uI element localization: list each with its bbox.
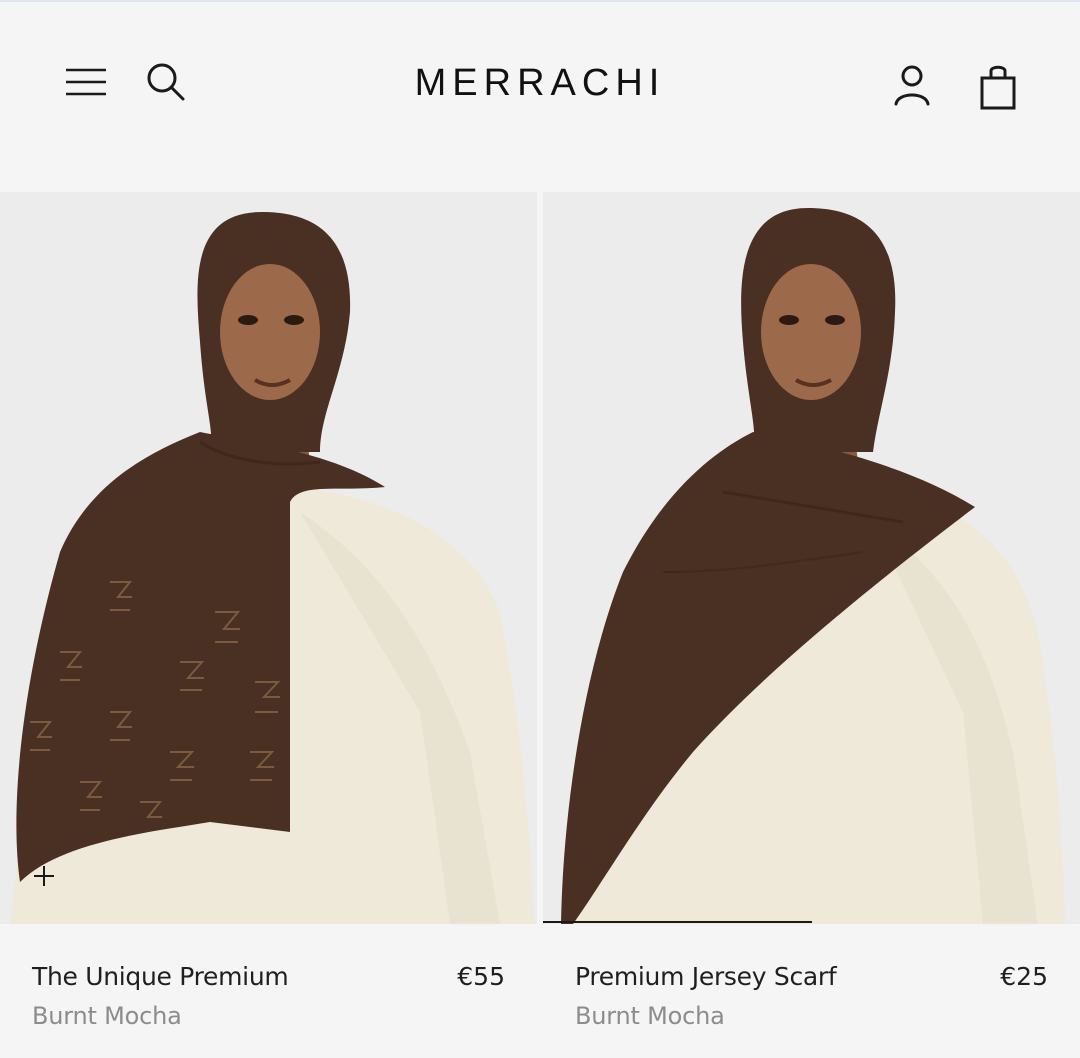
product-image[interactable] [0, 192, 537, 924]
brand-logo[interactable]: MERRACHI [340, 62, 740, 108]
plus-icon [34, 866, 54, 886]
product-color: Burnt Mocha [32, 1002, 182, 1030]
product-grid: The Unique Premium €55 Burnt Mocha Premi… [0, 192, 1080, 1058]
product-image[interactable] [543, 192, 1080, 924]
search-icon[interactable] [142, 58, 190, 106]
product-name[interactable]: The Unique Premium [32, 962, 289, 991]
product-info: The Unique Premium €55 Burnt Mocha [0, 924, 537, 1058]
user-icon[interactable] [886, 60, 938, 112]
product-price: €25 [1000, 962, 1048, 991]
site-header: MERRACHI [0, 2, 1080, 162]
shopping-bag-icon[interactable] [972, 58, 1024, 114]
quick-add-button[interactable] [32, 864, 62, 894]
hamburger-menu-icon[interactable] [60, 58, 108, 106]
product-card[interactable]: The Unique Premium €55 Burnt Mocha [0, 192, 537, 1058]
product-card[interactable]: Premium Jersey Scarf €25 Burnt Mocha [543, 192, 1080, 1058]
product-color: Burnt Mocha [575, 1002, 725, 1030]
product-name[interactable]: Premium Jersey Scarf [575, 962, 837, 991]
product-info: Premium Jersey Scarf €25 Burnt Mocha [543, 924, 1080, 1058]
product-price: €55 [457, 962, 505, 991]
carousel-progress-fill [543, 921, 812, 923]
